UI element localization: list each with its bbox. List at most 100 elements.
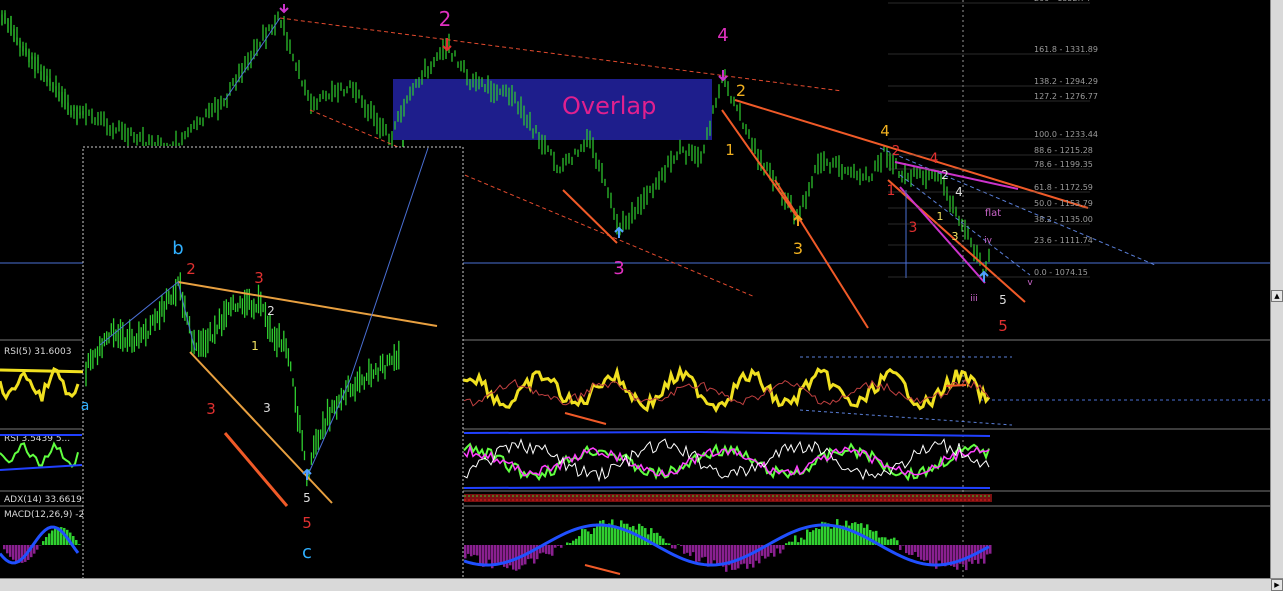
macd-bar — [572, 541, 575, 545]
overlap-box[interactable] — [393, 79, 712, 140]
macd-bar — [545, 545, 548, 554]
rsi-label: RSI(5) 31.6003 — [4, 347, 71, 357]
macd-bar — [42, 541, 45, 545]
fibonacci-levels[interactable]: 200 - 1352.74161.8 - 1331.89138.2 - 1294… — [888, 0, 1098, 277]
inset-chart[interactable]: b23213355ca — [81, 147, 463, 583]
macd-bar — [479, 545, 482, 566]
macd-bar — [932, 545, 935, 563]
fib-level-label: 78.6 - 1199.35 — [1034, 160, 1093, 169]
inset-wave-label: 1 — [251, 339, 259, 353]
wave-labels: 24321342413524135flativiiiv — [439, 7, 1034, 335]
wave-label: 4 — [955, 185, 963, 199]
vertical-scrollbar[interactable]: ▲ — [1270, 0, 1283, 578]
macd-bar — [737, 545, 740, 568]
macd-bar — [485, 545, 488, 564]
wave-label: flat — [985, 208, 1001, 219]
macd-bar — [740, 545, 743, 564]
inset-wave-label: c — [302, 542, 312, 563]
macd-bar — [45, 537, 48, 545]
macd-bar — [845, 521, 848, 545]
macd-bar — [557, 545, 560, 546]
macd-bar — [54, 528, 57, 545]
macd-bar — [800, 538, 803, 545]
wave-label: 2 — [892, 144, 900, 159]
wave-label: 2 — [941, 168, 949, 182]
fib-level-label: 38.2 - 1135.00 — [1034, 215, 1093, 224]
macd-bar — [779, 545, 782, 553]
wave-label: 5 — [999, 293, 1007, 307]
macd-bar — [752, 545, 755, 568]
macd-bar — [851, 523, 854, 545]
macd-bar — [869, 530, 872, 545]
macd-bar — [497, 545, 500, 563]
macd-bar — [605, 527, 608, 545]
macd-bar — [806, 529, 809, 545]
macd-bar — [866, 524, 869, 545]
macd-bar — [812, 530, 815, 545]
macd-bar — [701, 545, 704, 558]
macd-bar — [488, 545, 491, 560]
macd-bar — [803, 540, 806, 545]
macd-bar — [560, 545, 563, 548]
wave-label: 4 — [880, 122, 890, 140]
scroll-up-icon[interactable]: ▲ — [1271, 290, 1283, 302]
macd-bar — [917, 545, 920, 557]
macd-bar — [887, 540, 890, 545]
macd-bar — [575, 539, 578, 545]
macd-bar — [470, 545, 473, 556]
macd-bar — [596, 524, 599, 545]
macd-bar — [12, 545, 15, 560]
macd-bar — [584, 529, 587, 545]
horizontal-scrollbar[interactable]: ▶ — [0, 578, 1283, 591]
macd-bar — [9, 545, 12, 557]
inset-wave-label: 2 — [267, 304, 275, 318]
macd-bar — [785, 543, 788, 545]
macd-bar — [938, 545, 941, 561]
fib-level-label: 161.8 - 1331.89 — [1034, 45, 1098, 54]
wave-label: v — [1027, 278, 1033, 288]
fib-level-label: 61.8 - 1172.59 — [1034, 183, 1093, 192]
macd-bar — [776, 545, 779, 548]
macd-bar — [623, 524, 626, 545]
macd-bar — [15, 545, 18, 562]
macd-bar — [770, 545, 773, 553]
fib-level-label: 88.6 - 1215.28 — [1034, 146, 1093, 155]
macd-bar — [836, 519, 839, 545]
macd-bar — [680, 545, 683, 546]
fib-level-label: 100.0 - 1233.44 — [1034, 130, 1098, 139]
macd-bar — [794, 535, 797, 545]
macd-bar — [665, 543, 668, 545]
macd-bar — [587, 531, 590, 545]
chart-window[interactable]: 200 - 1352.74161.8 - 1331.89138.2 - 1294… — [0, 0, 1283, 590]
price-chart[interactable]: 200 - 1352.74161.8 - 1331.89138.2 - 1294… — [0, 0, 1283, 590]
blue-zigzag-line[interactable] — [225, 18, 280, 100]
macd-bar — [3, 545, 6, 549]
macd-bar — [593, 528, 596, 545]
macd-bar — [641, 526, 644, 545]
macd-bar — [698, 545, 701, 561]
inset-wave-label: 3 — [206, 400, 216, 418]
macd-bar — [551, 545, 554, 556]
wave-label: 2 — [736, 81, 746, 100]
wave-label: 1 — [725, 141, 735, 159]
inset-wave-label: a — [81, 398, 90, 414]
inset-wave-label: 2 — [186, 260, 196, 278]
macd-bar — [569, 543, 572, 545]
overlap-label: Overlap — [562, 92, 656, 120]
macd-bar — [78, 544, 81, 545]
wave-label: 3 — [613, 258, 624, 279]
macd-bar — [797, 542, 800, 545]
macd-bar — [725, 545, 728, 572]
inset-wave-label: 3 — [263, 401, 271, 415]
rsi-line — [0, 369, 78, 401]
macd-bar — [683, 545, 686, 554]
scroll-right-icon[interactable]: ▶ — [1271, 579, 1283, 591]
wave-label: iv — [984, 236, 993, 246]
macd-bar — [743, 545, 746, 564]
macd-bar — [635, 530, 638, 545]
macd-bar — [695, 545, 698, 562]
macd-bar — [659, 536, 662, 545]
macd-bar — [908, 545, 911, 555]
macd-bar — [911, 545, 914, 555]
macd-bar — [51, 530, 54, 545]
